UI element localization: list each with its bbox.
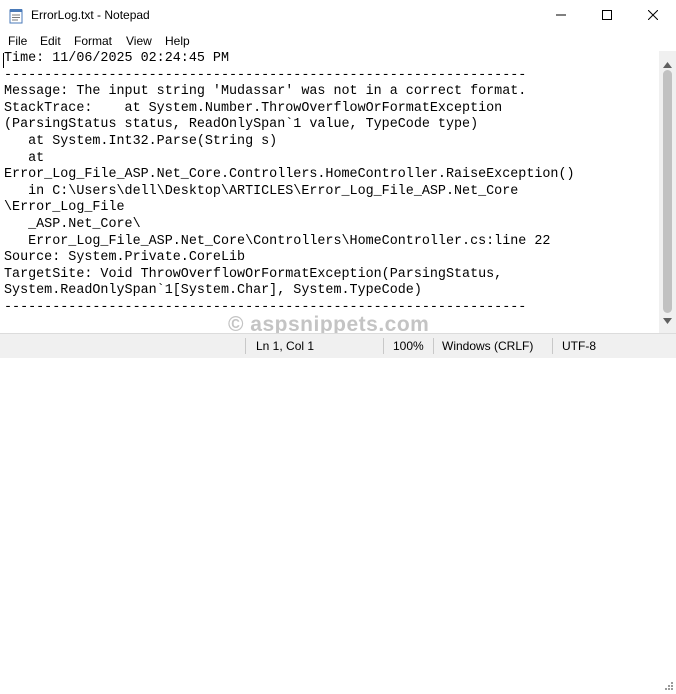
menu-edit[interactable]: Edit <box>40 34 61 48</box>
minimize-icon <box>556 7 566 25</box>
editor-line: Source: System.Private.CoreLib <box>4 250 246 266</box>
menu-format[interactable]: Format <box>74 34 112 48</box>
editor-line: Message: The input string 'Mudassar' was… <box>4 84 527 100</box>
maximize-button[interactable] <box>584 0 630 32</box>
menu-bar: File Edit Format View Help <box>0 32 676 50</box>
close-icon <box>647 7 659 25</box>
editor-line: at System.Int32.Parse(String s) <box>4 134 278 149</box>
editor-line: Error_Log_File_ASP.Net_Core.Controllers.… <box>4 167 575 183</box>
scroll-down-icon[interactable] <box>663 311 672 329</box>
editor-line: TargetSite: Void ThrowOverflowOrFormatEx… <box>4 266 503 282</box>
status-divider <box>552 338 553 354</box>
text-editor[interactable]: Time: 11/06/2025 02:24:45 PM -----------… <box>0 51 659 333</box>
editor-line: Error_Log_File_ASP.Net_Core\Controllers\… <box>4 233 551 249</box>
menu-help[interactable]: Help <box>165 34 190 48</box>
menu-view[interactable]: View <box>126 34 152 48</box>
status-divider <box>383 338 384 354</box>
cursor-position: Ln 1, Col 1 <box>256 339 315 353</box>
status-bar: Ln 1, Col 1 100% Windows (CRLF) UTF-8 <box>0 333 676 690</box>
editor-line: in C:\Users\dell\Desktop\ARTICLES\Error_… <box>4 183 519 199</box>
editor-line: System.ReadOnlySpan`1[System.Char], Syst… <box>4 283 422 299</box>
encoding: UTF-8 <box>562 339 596 353</box>
scrollbar-thumb[interactable] <box>663 70 672 313</box>
title-bar[interactable]: ErrorLog.txt - Notepad <box>0 0 676 32</box>
status-divider <box>245 338 246 354</box>
vertical-scrollbar[interactable] <box>659 51 676 333</box>
editor-line: _ASP.Net_Core\ <box>4 217 141 232</box>
editor-line: (ParsingStatus status, ReadOnlySpan`1 va… <box>4 117 479 133</box>
editor-line: Time: 11/06/2025 02:24:45 PM <box>4 51 229 66</box>
status-divider <box>433 338 434 354</box>
editor-line: StackTrace: at System.Number.ThrowOverfl… <box>4 100 503 116</box>
minimize-button[interactable] <box>538 0 584 32</box>
menu-file[interactable]: File <box>8 34 27 48</box>
zoom-level: 100% <box>393 339 424 353</box>
editor-line: ----------------------------------------… <box>4 67 527 83</box>
maximize-icon <box>602 7 612 25</box>
line-ending: Windows (CRLF) <box>442 339 534 353</box>
resize-grip-icon[interactable] <box>664 680 674 694</box>
notepad-icon <box>8 8 24 24</box>
editor-line: \Error_Log_File <box>4 200 125 216</box>
editor-line: at <box>4 150 45 166</box>
close-button[interactable] <box>630 0 676 32</box>
window-title: ErrorLog.txt - Notepad <box>31 8 150 22</box>
